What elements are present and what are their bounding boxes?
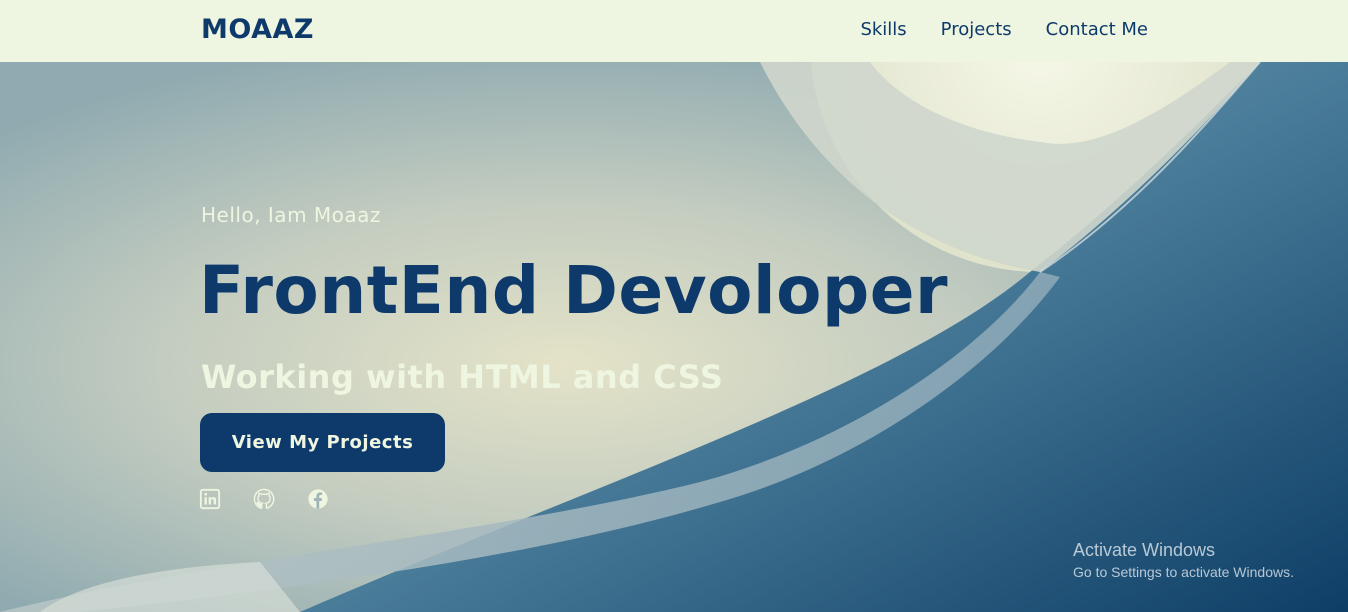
view-projects-button[interactable]: View My Projects (200, 413, 445, 472)
hero-title: FrontEnd Devoloper (199, 252, 949, 329)
logo[interactable]: MOAAZ (201, 14, 314, 45)
nav-links: Skills Projects Contact Me (860, 19, 1148, 40)
navbar: MOAAZ Skills Projects Contact Me (0, 0, 1348, 62)
social-links (199, 488, 329, 510)
linkedin-icon[interactable] (199, 488, 221, 510)
hero-background-image (0, 62, 1348, 612)
watermark-subtitle: Go to Settings to activate Windows. (1073, 564, 1294, 580)
github-icon[interactable] (253, 488, 275, 510)
hero-greeting: Hello, Iam Moaaz (201, 203, 381, 227)
nav-link-projects[interactable]: Projects (941, 19, 1012, 40)
nav-link-skills[interactable]: Skills (860, 19, 906, 40)
facebook-icon[interactable] (307, 488, 329, 510)
hero-section: Hello, Iam Moaaz FrontEnd Devoloper Work… (0, 62, 1348, 612)
watermark-title: Activate Windows (1073, 540, 1216, 560)
hero-subtitle: Working with HTML and CSS (201, 358, 724, 396)
nav-link-contact[interactable]: Contact Me (1046, 19, 1148, 40)
activate-windows-watermark: Activate Windows Go to Settings to activ… (1073, 539, 1294, 583)
